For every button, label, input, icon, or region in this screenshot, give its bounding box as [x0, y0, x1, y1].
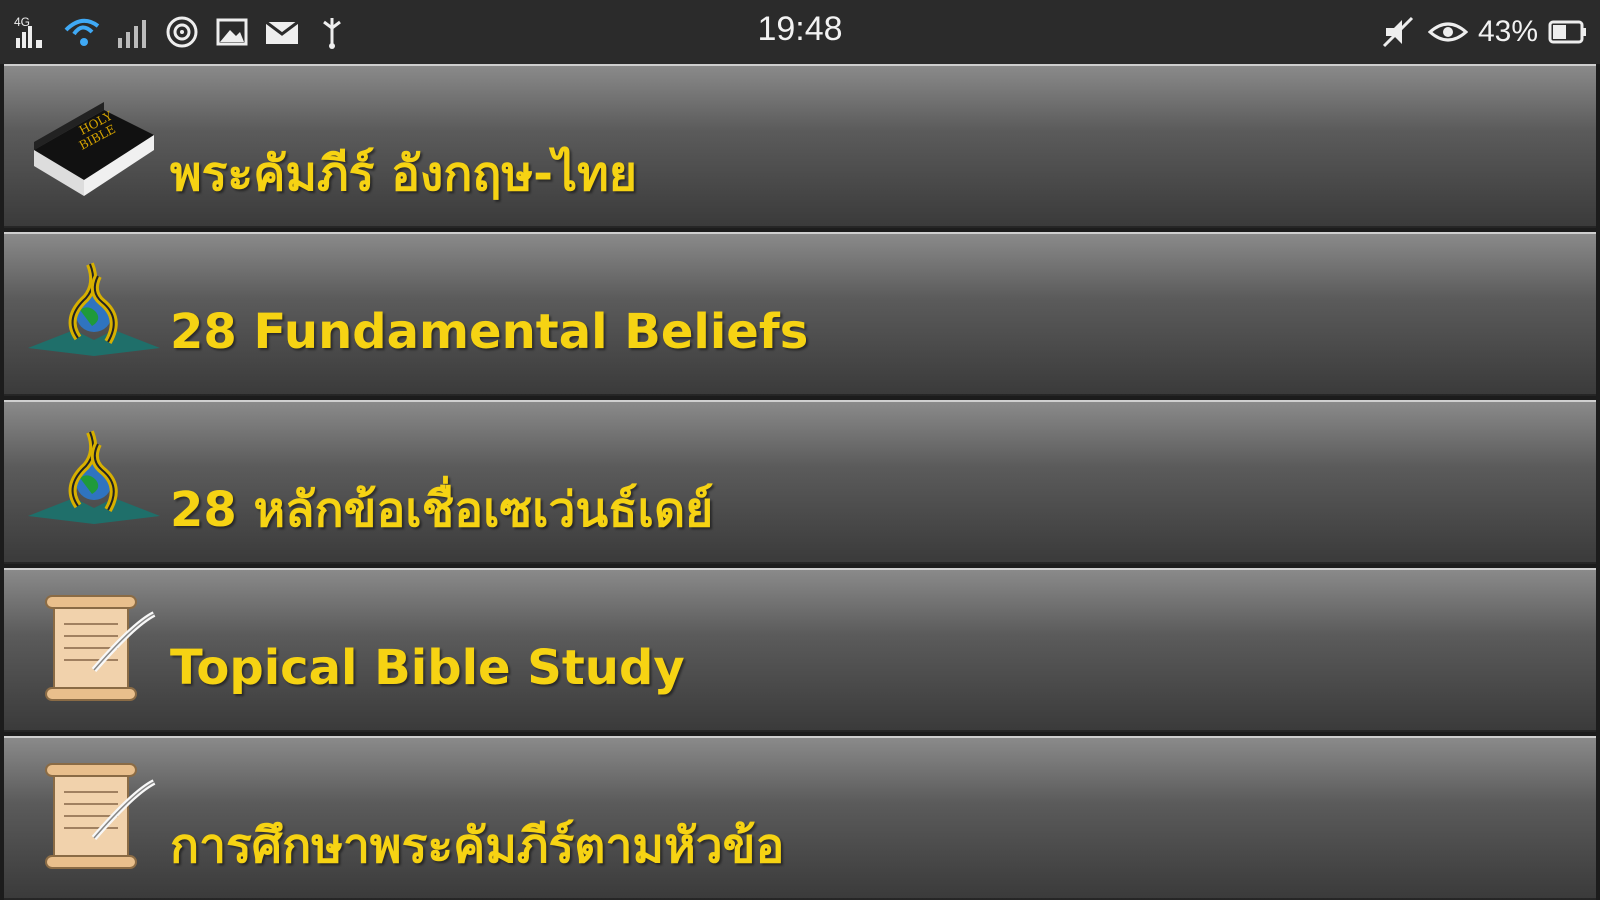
battery-percentage: 43% — [1477, 15, 1538, 48]
scroll-quill-icon — [45, 595, 156, 701]
menu-item-28-fundamental-beliefs[interactable]: 28 Fundamental Beliefs — [4, 232, 1596, 396]
menu-item-label: 28 Fundamental Beliefs — [170, 304, 809, 360]
holy-bible-book-icon: HOLY BIBLE — [34, 102, 154, 196]
menu-item-label: การศึกษาพระคัมภีร์ตามหัวข้อ — [170, 818, 785, 874]
mute-icon — [1382, 16, 1414, 48]
menu-item-thai-english-bible[interactable]: HOLY BIBLE พระคัมภีร์ อังกฤษ-ไทย — [4, 64, 1596, 228]
menu-item-label: Topical Bible Study — [170, 640, 685, 696]
status-right-icons: 43% — [1378, 8, 1588, 56]
status-bar: 4G 19:48 43% — [0, 0, 1600, 64]
menu-item-label: 28 หลักข้อเชื่อเซเว่นธ์เดย์ — [170, 482, 714, 538]
battery-icon — [1548, 20, 1586, 44]
menu-list: HOLY BIBLE พระคัมภีร์ อังกฤษ-ไทย 28 Fund… — [0, 64, 1600, 900]
eye-icon — [1427, 22, 1468, 42]
adventist-logo-icon — [28, 430, 160, 524]
adventist-logo-icon — [28, 262, 160, 356]
menu-item-label: พระคัมภีร์ อังกฤษ-ไทย — [170, 146, 637, 202]
menu-item-topical-bible-study-thai[interactable]: การศึกษาพระคัมภีร์ตามหัวข้อ — [4, 736, 1596, 900]
scroll-quill-icon — [45, 763, 156, 869]
status-time: 19:48 — [757, 10, 843, 48]
menu-item-topical-bible-study[interactable]: Topical Bible Study — [4, 568, 1596, 732]
menu-item-28-beliefs-thai[interactable]: 28 หลักข้อเชื่อเซเว่นธ์เดย์ — [4, 400, 1596, 564]
